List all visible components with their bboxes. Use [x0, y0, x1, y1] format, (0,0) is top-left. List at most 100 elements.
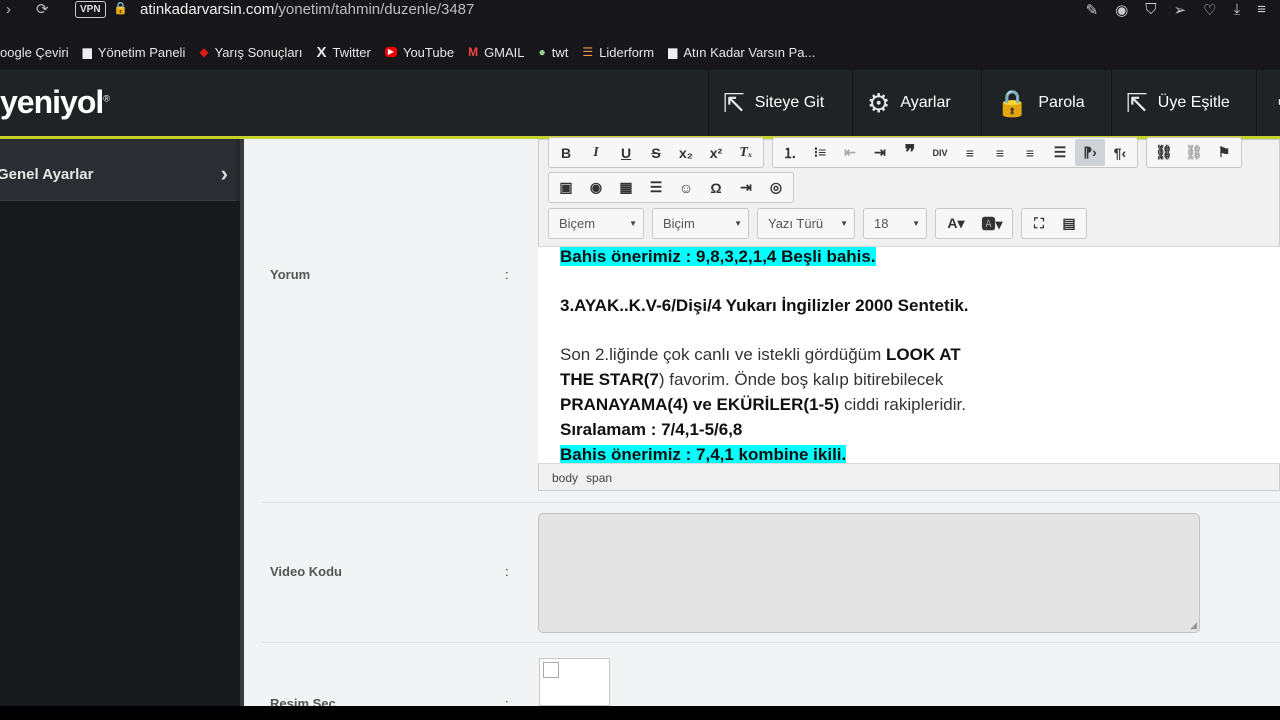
bookmark-google-ceviri[interactable]: oogle Çeviri	[0, 45, 69, 60]
power-icon: ◔	[1271, 87, 1280, 118]
resize-handle-icon[interactable]: ◢	[1190, 620, 1197, 631]
browser-actions: ✎ ◉ ⛉ ➢ ♡ ⤓ ≡	[1086, 1, 1266, 19]
image-select-preview[interactable]	[539, 658, 610, 706]
forward-icon[interactable]: ›	[6, 1, 11, 18]
page-break-icon[interactable]: ⇥	[731, 174, 761, 201]
ltr-direction-icon[interactable]: ⁋›	[1075, 139, 1105, 166]
subscript-button[interactable]: x₂	[671, 139, 701, 166]
video-colon: :	[505, 564, 509, 579]
menu-ayarlar[interactable]: ⚙ Ayarlar	[852, 70, 972, 136]
unlink-icon[interactable]: ⛓	[1179, 139, 1209, 166]
menu-parola[interactable]: 🔒 Parola	[981, 70, 1111, 136]
bookmark-youtube[interactable]: ▶ YouTube	[384, 45, 454, 60]
bookmarks-bar: oogle Çeviri ▆ Yönetim Paneli ◆ Yarış Sonu…	[0, 34, 1280, 70]
outdent-icon[interactable]: ⇤	[835, 139, 865, 166]
bookmark-liderform[interactable]: ☰ Liderform	[582, 45, 654, 60]
image-icon[interactable]: ▣	[551, 174, 581, 201]
toolbar-group-links: ⛓ ⛓ ⚑	[1146, 137, 1242, 168]
caret-down-icon: ▼	[912, 219, 920, 228]
editor-toolbar-row-3: Biçem ▼ Biçim ▼ Yazı Türü ▼ 18 ▼ A▾ 🅰▾ ⛶ ▤	[548, 208, 1087, 239]
vpn-badge[interactable]: VPN	[75, 1, 106, 18]
align-center-icon[interactable]: ≡	[985, 139, 1015, 166]
format-combo[interactable]: Biçim ▼	[652, 208, 749, 239]
sidebar-item-genel-ayarlar[interactable]: Genel Ayarlar ›	[0, 139, 236, 201]
path-span[interactable]: span	[586, 471, 612, 485]
bookmark-gmail[interactable]: M GMAIL	[468, 45, 524, 60]
logo[interactable]: yeniyol®	[0, 84, 110, 121]
show-blocks-icon[interactable]: ▤	[1054, 210, 1084, 237]
url-path: /yonetim/tahmin/duzenle/3487	[274, 1, 475, 18]
address-bar[interactable]: atinkadarvarsin.com/yonetim/tahmin/duzen…	[140, 1, 474, 18]
div-container-icon[interactable]: DIV	[925, 139, 955, 166]
edit-icon[interactable]: ✎	[1086, 1, 1099, 19]
element-path-bar: body span	[552, 471, 612, 485]
horse-icon: ◆	[199, 45, 209, 59]
menu-icon[interactable]: ≡	[1257, 1, 1266, 19]
content-line: Bahis önerimiz : 7,4,1 kombine ikili.	[560, 445, 847, 464]
strike-button[interactable]: S	[641, 139, 671, 166]
rtl-direction-icon[interactable]: ¶‹	[1105, 139, 1135, 166]
menu-siteye-git[interactable]: ⇱ Siteye Git	[708, 70, 852, 136]
sidebar-empty-area	[0, 201, 244, 706]
content-line: THE STAR(7) favorim. Önde boş kalıp biti…	[560, 370, 944, 389]
align-justify-icon[interactable]: ☰	[1045, 139, 1075, 166]
table-icon[interactable]: ▦	[611, 174, 641, 201]
horizontal-line-icon[interactable]: ☰	[641, 174, 671, 201]
align-left-icon[interactable]: ≡	[955, 139, 985, 166]
page-icon: ▆	[668, 45, 678, 59]
font-size-combo[interactable]: 18 ▼	[863, 208, 927, 239]
bookmark-twt[interactable]: ● twt	[539, 45, 569, 60]
flash-icon[interactable]: ◉	[581, 174, 611, 201]
globe-icon: ●	[538, 45, 546, 59]
content-line: Sıralamam : 7/4,1-5/6,8	[560, 420, 743, 439]
shield-icon[interactable]: ⛉	[1145, 1, 1156, 19]
send-icon[interactable]: ➢	[1174, 1, 1187, 19]
caret-down-icon: ▼	[629, 219, 637, 228]
toolbar-group-paragraph: ⒈ ⁝≡ ⇤ ⇥ ❞ DIV ≡ ≡ ≡ ☰ ⁋› ¶‹	[772, 137, 1138, 168]
path-body[interactable]: body	[552, 471, 578, 485]
reload-icon[interactable]: ⟳	[36, 0, 49, 18]
underline-button[interactable]: U	[611, 139, 641, 166]
content-line: Bahis önerimiz : 9,8,3,2,1,4 Beşli bahis…	[560, 247, 876, 266]
text-color-icon[interactable]: A▾	[938, 210, 974, 237]
bg-color-icon[interactable]: 🅰▾	[974, 210, 1010, 237]
font-combo[interactable]: Yazı Türü ▼	[757, 208, 855, 239]
row-separator	[262, 642, 1280, 643]
align-right-icon[interactable]: ≡	[1015, 139, 1045, 166]
camera-icon[interactable]: ◉	[1115, 1, 1128, 19]
bold-button[interactable]: B	[551, 139, 581, 166]
editor-content[interactable]: Bahis önerimiz : 9,8,3,2,1,4 Beşli bahis…	[538, 246, 1280, 464]
italic-button[interactable]: I	[581, 139, 611, 166]
blockquote-icon[interactable]: ❞	[895, 139, 925, 166]
editor-toolbar-row-1: B I U S x₂ x² Tₓ ⒈ ⁝≡ ⇤ ⇥ ❞ DIV ≡ ≡ ≡ ☰ …	[548, 137, 1242, 168]
editor-toolbar-row-2: ▣ ◉ ▦ ☰ ☺ Ω ⇥ ◎	[548, 172, 794, 203]
menu-uye-esitle[interactable]: ⇱ Üye Eşitle	[1111, 70, 1256, 136]
menu-more[interactable]: ◔	[1256, 70, 1280, 136]
numbered-list-icon[interactable]: ⒈	[775, 139, 805, 166]
download-icon[interactable]: ⤓	[1234, 1, 1241, 19]
smiley-icon[interactable]: ☺	[671, 174, 701, 201]
indent-icon[interactable]: ⇥	[865, 139, 895, 166]
bulleted-list-icon[interactable]: ⁝≡	[805, 139, 835, 166]
lock-icon: 🔒	[996, 87, 1029, 118]
special-char-icon[interactable]: Ω	[701, 174, 731, 201]
bookmark-yaris-sonuclari[interactable]: ◆ Yarış Sonuçları	[199, 45, 302, 60]
iframe-globe-icon[interactable]: ◎	[761, 174, 791, 201]
video-code-textarea[interactable]: ◢	[538, 513, 1200, 633]
superscript-button[interactable]: x²	[701, 139, 731, 166]
maximize-icon[interactable]: ⛶	[1024, 210, 1054, 237]
bookmark-yonetim-paneli[interactable]: ▆ Yönetim Paneli	[83, 45, 186, 60]
anchor-flag-icon[interactable]: ⚑	[1209, 139, 1239, 166]
style-combo[interactable]: Biçem ▼	[548, 208, 644, 239]
caret-down-icon: ▼	[734, 219, 742, 228]
sidebar: Genel Ayarlar ›	[0, 139, 244, 706]
yorum-label: Yorum	[270, 267, 311, 282]
external-link-icon: ⇱	[723, 87, 745, 118]
lock-icon: 🔒	[113, 1, 128, 15]
bookmark-twitter[interactable]: X Twitter	[317, 45, 371, 60]
bookmark-atin-kadar-varsin[interactable]: ▆ Atın Kadar Varsın Pa...	[668, 45, 815, 60]
toolbar-group-view: ⛶ ▤	[1021, 208, 1087, 239]
link-icon[interactable]: ⛓	[1149, 139, 1179, 166]
heart-icon[interactable]: ♡	[1203, 1, 1216, 19]
remove-format-button[interactable]: Tₓ	[731, 139, 761, 166]
